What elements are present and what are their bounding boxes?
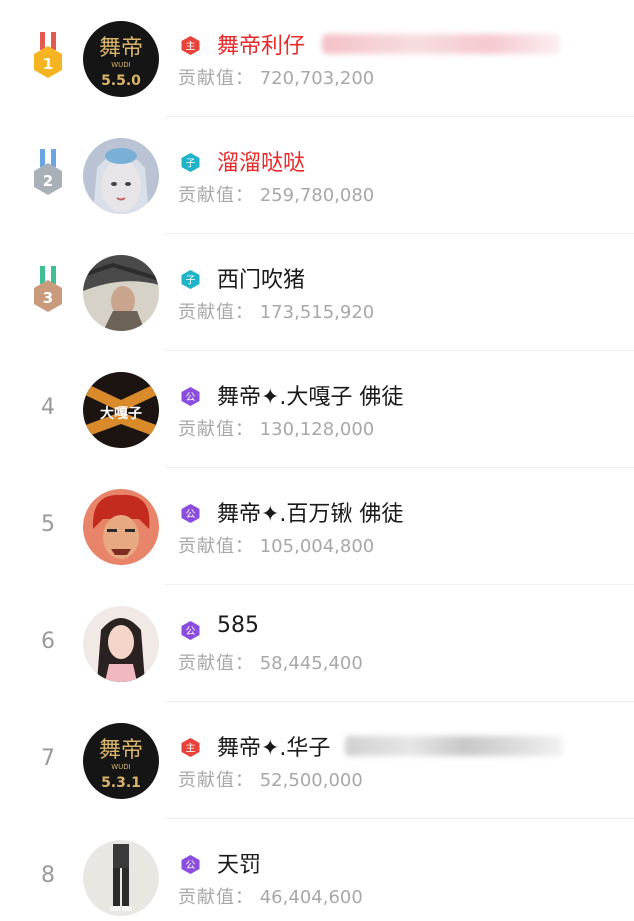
rank-number: 7 <box>41 746 55 771</box>
role-badge-public-icon: 公 <box>181 504 200 523</box>
ranking-row[interactable]: 6 公 585 贡献值： 58,445,400 <box>0 585 634 702</box>
svg-text:公: 公 <box>186 627 196 638</box>
role-badge-main-icon: 主 <box>181 36 200 55</box>
member-name: 舞帝✦.华子 <box>217 736 331 761</box>
svg-text:主: 主 <box>186 743 196 755</box>
role-badge-child-icon: 子 <box>181 153 200 172</box>
contribution-score: 贡献值： 130,128,000 <box>178 419 375 440</box>
member-name: 舞帝✦.百万锹 佛徒 <box>217 502 404 527</box>
avatar[interactable]: 舞帝 WUDI 5.3.1 <box>83 723 159 799</box>
svg-text:3: 3 <box>43 289 53 307</box>
gold-medal-icon: 1 <box>34 32 62 78</box>
blurred-title <box>322 34 560 54</box>
avatar[interactable] <box>83 840 159 916</box>
ranking-row[interactable]: 1 舞帝 WUDI 5.5.0 主 舞帝利仔 贡献值： 720,703,200 <box>0 0 634 117</box>
rank-number: 4 <box>41 395 55 420</box>
role-badge-child-icon: 子 <box>181 270 200 289</box>
ranking-row[interactable]: 5 公 舞帝✦.百万锹 佛徒 贡献值： 105,004,800 <box>0 468 634 585</box>
avatar[interactable] <box>83 138 159 214</box>
svg-text:舞帝: 舞帝 <box>99 738 143 763</box>
ranking-row[interactable]: 7 舞帝 WUDI 5.3.1 主 舞帝✦.华子 贡献值： 52,500,000 <box>0 702 634 819</box>
avatar[interactable]: 大嘎子 <box>83 372 159 448</box>
blurred-title <box>345 736 563 756</box>
ranking-row[interactable]: 3 子 西门吹猪 贡献值： 173,515,920 <box>0 234 634 351</box>
rank-number: 6 <box>41 629 55 654</box>
svg-text:主: 主 <box>186 41 196 53</box>
role-badge-main-icon: 主 <box>181 738 200 757</box>
contribution-score: 贡献值： 52,500,000 <box>178 770 363 791</box>
rank-number: 5 <box>41 512 55 537</box>
bronze-medal-icon: 3 <box>34 266 62 312</box>
ranking-row[interactable]: 4 大嘎子 公 舞帝✦.大嘎子 佛徒 贡献值： 130,128,000 <box>0 351 634 468</box>
member-name: 585 <box>217 613 259 638</box>
rank-number: 8 <box>41 863 55 888</box>
avatar[interactable] <box>83 255 159 331</box>
contribution-score: 贡献值： 46,404,600 <box>178 887 363 908</box>
member-name: 溜溜哒哒 <box>217 151 306 176</box>
avatar[interactable] <box>83 489 159 565</box>
svg-text:1: 1 <box>43 55 53 73</box>
member-name: 西门吹猪 <box>217 268 306 293</box>
svg-text:公: 公 <box>186 510 196 521</box>
member-name: 舞帝✦.大嘎子 佛徒 <box>217 385 404 410</box>
contribution-score: 贡献值： 58,445,400 <box>178 653 363 674</box>
svg-text:WUDI: WUDI <box>111 763 131 771</box>
svg-text:WUDI: WUDI <box>111 61 131 69</box>
role-badge-public-icon: 公 <box>181 621 200 640</box>
contribution-score: 贡献值： 105,004,800 <box>178 536 375 557</box>
member-name: 舞帝利仔 <box>217 34 306 59</box>
svg-text:5.5.0: 5.5.0 <box>101 73 141 89</box>
svg-text:子: 子 <box>186 275 196 287</box>
role-badge-public-icon: 公 <box>181 387 200 406</box>
avatar[interactable]: 舞帝 WUDI 5.5.0 <box>83 21 159 97</box>
svg-text:舞帝: 舞帝 <box>99 36 143 61</box>
svg-text:公: 公 <box>186 861 196 872</box>
member-name: 天罚 <box>217 853 262 878</box>
role-badge-public-icon: 公 <box>181 855 200 874</box>
silver-medal-icon: 2 <box>34 149 62 195</box>
avatar[interactable] <box>83 606 159 682</box>
contribution-score: 贡献值： 259,780,080 <box>178 185 375 206</box>
svg-text:公: 公 <box>186 393 196 404</box>
svg-text:大嘎子: 大嘎子 <box>100 405 142 422</box>
ranking-row[interactable]: 8 公 天罚 贡献值： 46,404,600 <box>0 819 634 921</box>
svg-text:2: 2 <box>43 172 53 190</box>
contribution-score: 贡献值： 720,703,200 <box>178 68 375 89</box>
contribution-score: 贡献值： 173,515,920 <box>178 302 375 323</box>
ranking-row[interactable]: 2 子 溜溜哒哒 贡献值： 259,780,080 <box>0 117 634 234</box>
svg-text:子: 子 <box>186 158 196 170</box>
contribution-ranking-list: 1 舞帝 WUDI 5.5.0 主 舞帝利仔 贡献值： 720,703,200 … <box>0 0 634 921</box>
svg-text:5.3.1: 5.3.1 <box>101 775 141 791</box>
